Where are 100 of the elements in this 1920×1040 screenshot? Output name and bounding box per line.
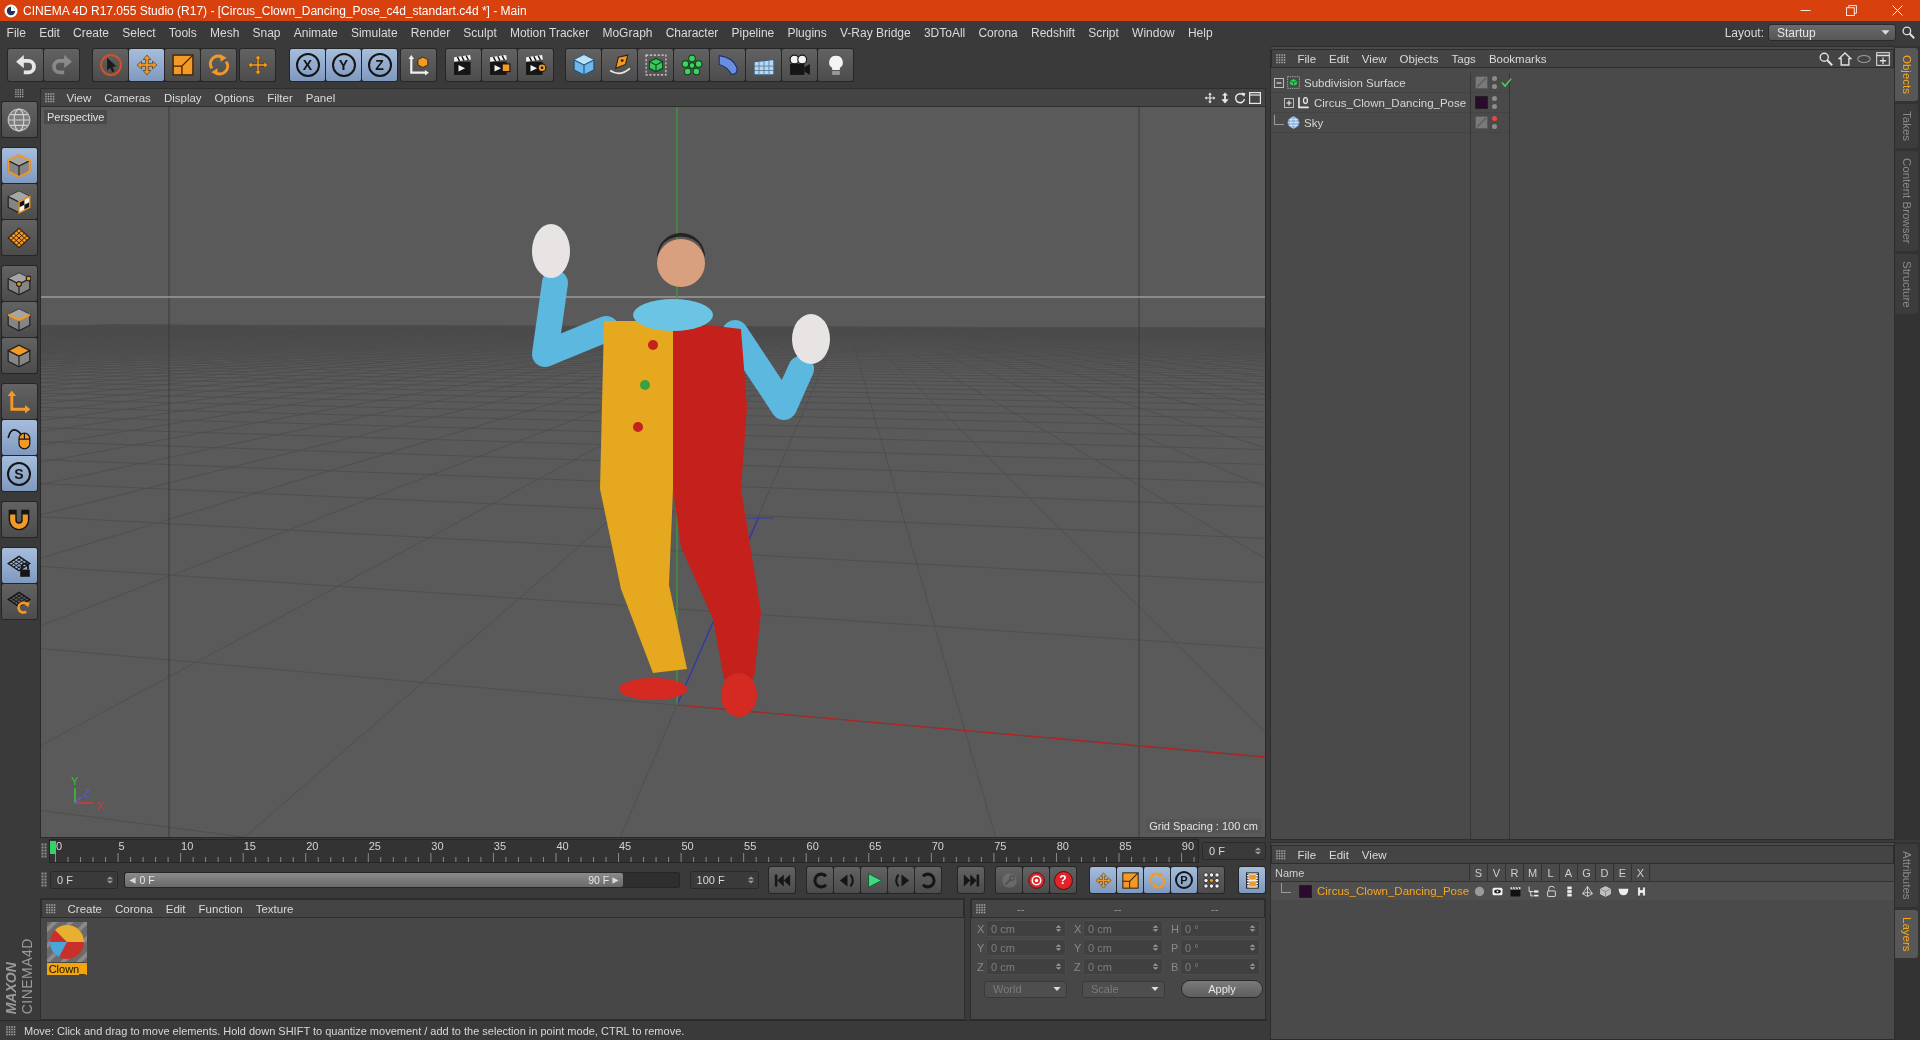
menu-item[interactable]: Options [208, 89, 261, 106]
menu-item[interactable]: Window [1125, 23, 1182, 42]
menu-item[interactable]: Create [61, 900, 109, 917]
menu-item[interactable]: Corona [971, 23, 1025, 42]
layer-color-swatch[interactable] [1299, 884, 1312, 898]
edges-mode-button[interactable] [1, 302, 37, 337]
menu-item[interactable]: Function [192, 900, 250, 917]
menu-item[interactable]: Edit [1322, 50, 1356, 67]
collapse-icon[interactable] [1274, 77, 1284, 88]
column-header[interactable]: X [1632, 864, 1650, 881]
visibility-dot[interactable] [1492, 76, 1497, 81]
menu-item[interactable]: File [1291, 50, 1323, 67]
column-header[interactable]: Name [1271, 864, 1470, 881]
expand-icon[interactable] [1284, 97, 1294, 108]
column-header[interactable]: S [1470, 864, 1488, 881]
menu-item[interactable]: Motion Tracker [503, 23, 596, 42]
play-button[interactable] [861, 867, 887, 893]
points-mode-button[interactable] [1, 266, 37, 301]
column-header[interactable]: L [1542, 864, 1560, 881]
timeline-button[interactable] [1239, 867, 1265, 893]
go-to-end-button[interactable] [958, 867, 984, 893]
autokey-button[interactable]: ? [1050, 867, 1076, 893]
menu-item[interactable]: Create [66, 23, 116, 42]
z-axis-button[interactable]: Z [362, 49, 397, 81]
column-header[interactable]: M [1524, 864, 1542, 881]
camera-button[interactable] [782, 49, 817, 81]
menu-item[interactable]: Filter [260, 89, 300, 106]
side-tab[interactable]: Layers [1895, 909, 1918, 959]
menu-item[interactable]: View [1355, 846, 1394, 863]
menu-item[interactable]: File [1291, 846, 1323, 863]
visibility-dot[interactable] [1492, 124, 1497, 129]
render-view-button[interactable] [446, 49, 481, 81]
model-mode-button[interactable] [1, 148, 37, 183]
subdivision-button[interactable] [638, 49, 673, 81]
visibility-dot[interactable] [1492, 116, 1497, 121]
column-header[interactable]: G [1578, 864, 1596, 881]
view-control-button[interactable] [1234, 91, 1246, 104]
menu-item[interactable]: Simulate [344, 23, 405, 42]
column-header[interactable]: A [1560, 864, 1578, 881]
menu-item[interactable]: Panel [299, 89, 342, 106]
menu-item[interactable]: Edit [1322, 846, 1356, 863]
column-header[interactable]: V [1488, 864, 1506, 881]
camera-label[interactable]: Perspective [44, 110, 108, 124]
tweak-mode-button[interactable] [1, 420, 37, 455]
make-editable-button[interactable] [1, 102, 37, 137]
select-tool-button[interactable] [93, 49, 128, 81]
material-name[interactable]: Clown_ [46, 963, 88, 975]
menu-item[interactable]: File [0, 23, 33, 42]
view-control-button[interactable] [1204, 91, 1216, 104]
pen-button[interactable] [602, 49, 637, 81]
view-control-button[interactable] [1249, 91, 1261, 104]
grip-icon[interactable] [41, 872, 47, 888]
visibility-dot[interactable] [1492, 96, 1497, 101]
object-name[interactable]: Sky [1304, 116, 1324, 129]
lock-workplane-button[interactable] [1, 548, 37, 583]
coordinate-system-button[interactable] [401, 49, 436, 81]
menu-item[interactable]: Help [1181, 23, 1220, 42]
menu-item[interactable]: View [1355, 50, 1394, 67]
undo-button[interactable] [8, 49, 43, 81]
side-tab[interactable]: Objects [1895, 48, 1918, 101]
panel-tool-button[interactable] [1876, 51, 1890, 66]
menu-item[interactable]: Texture [249, 900, 300, 917]
key-point-level-button[interactable] [1198, 867, 1224, 893]
menu-item[interactable]: Tools [162, 23, 204, 42]
solo-button[interactable]: S [1, 456, 37, 491]
record-button[interactable] [1023, 867, 1049, 893]
recent-tool-button[interactable] [240, 49, 275, 81]
next-frame-button[interactable] [888, 867, 914, 893]
texture-mode-button[interactable] [1, 184, 37, 219]
menu-item[interactable]: Tags [1445, 50, 1483, 67]
menu-item[interactable]: Script [1081, 23, 1126, 42]
menu-item[interactable]: Snap [245, 23, 288, 42]
menu-item[interactable]: Select [115, 23, 163, 42]
panel-tool-button[interactable] [1819, 51, 1833, 66]
menu-item[interactable]: 3DToAll [917, 23, 972, 42]
menu-item[interactable]: Display [157, 89, 209, 106]
menu-item[interactable]: Bookmarks [1482, 50, 1553, 67]
grip-icon[interactable] [41, 843, 47, 859]
x-axis-button[interactable]: X [290, 49, 325, 81]
menu-item[interactable]: Mesh [203, 23, 246, 42]
menu-item[interactable]: Cameras [97, 89, 158, 106]
start-frame-field[interactable]: 0 F [50, 871, 119, 889]
deformer-button[interactable] [710, 49, 745, 81]
menu-item[interactable]: Edit [32, 23, 67, 42]
column-header[interactable]: E [1614, 864, 1632, 881]
light-button[interactable] [818, 49, 853, 81]
menu-item[interactable]: Edit [159, 900, 193, 917]
menu-item[interactable]: Pipeline [724, 23, 781, 42]
cloner-button[interactable] [674, 49, 709, 81]
menu-item[interactable]: MoGraph [595, 23, 660, 42]
menu-item[interactable]: Render [404, 23, 457, 42]
key-parameter-button[interactable]: P [1171, 867, 1197, 893]
menu-item[interactable]: Sculpt [456, 23, 504, 42]
column-header[interactable]: D [1596, 864, 1614, 881]
menu-item[interactable]: Objects [1393, 50, 1446, 67]
menu-item[interactable]: Animate [287, 23, 345, 42]
end-frame-field[interactable]: 100 F [689, 871, 759, 889]
y-axis-button[interactable]: Y [326, 49, 361, 81]
menu-item[interactable]: View [60, 89, 98, 106]
check-icon[interactable] [1501, 77, 1512, 88]
